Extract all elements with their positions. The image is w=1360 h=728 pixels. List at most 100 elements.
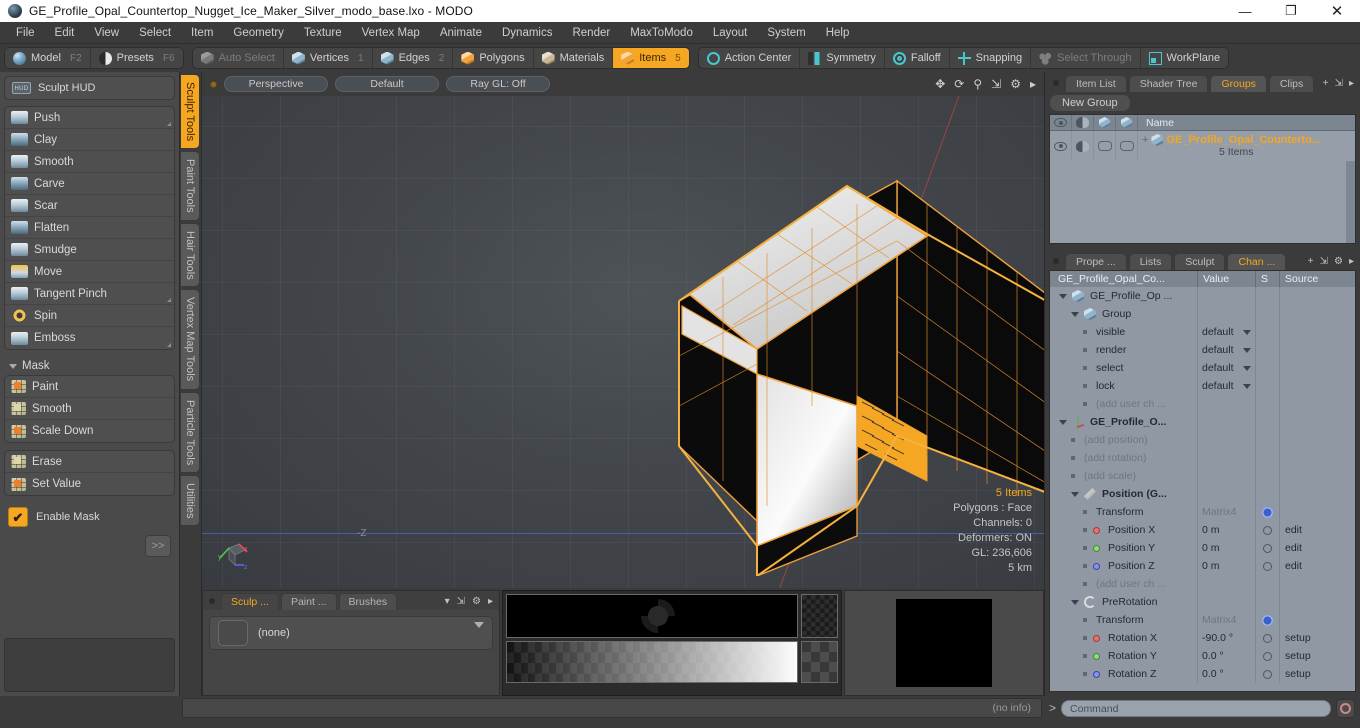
channel-row[interactable]: Transform Matrix4 xyxy=(1050,611,1355,629)
channel-state-cell[interactable] xyxy=(1256,395,1280,413)
quad-preview[interactable] xyxy=(896,599,992,687)
menu-item-render[interactable]: Render xyxy=(562,22,620,44)
channel-value-cell[interactable]: default xyxy=(1198,377,1256,395)
rotate-icon[interactable]: ⟳ xyxy=(954,77,964,91)
tool-tangent-pinch[interactable]: Tangent Pinch xyxy=(5,283,174,305)
channel-state-cell[interactable] xyxy=(1256,593,1280,611)
chevron-down-icon[interactable]: ▾ xyxy=(445,596,450,607)
channel-value-cell[interactable]: Matrix4 xyxy=(1198,503,1256,521)
command-input[interactable]: Command xyxy=(1061,699,1331,717)
channel-toggle-icon[interactable] xyxy=(1263,525,1272,535)
zoom-icon[interactable]: ⚲ xyxy=(973,77,982,91)
chevron-right-icon[interactable]: ▸ xyxy=(1349,78,1354,89)
expand-icon[interactable]: ⇲ xyxy=(1320,256,1328,267)
mask-section-header[interactable]: Mask xyxy=(4,357,175,375)
channel-state-cell[interactable] xyxy=(1256,449,1280,467)
table-row[interactable]: + GE_Profile_Opal_Counterto... 5 Items xyxy=(1050,131,1355,161)
toolbar-button-auto-select[interactable]: Auto Select xyxy=(193,48,284,68)
gear-icon[interactable]: ⚙ xyxy=(472,596,481,607)
tool-spin[interactable]: Spin xyxy=(5,305,174,327)
chevron-right-icon[interactable]: ▸ xyxy=(488,596,493,607)
tool-set-value[interactable]: Set Value xyxy=(5,473,174,495)
viewport-raygl-button[interactable]: Ray GL: Off xyxy=(446,76,550,92)
channel-state-cell[interactable] xyxy=(1256,377,1280,395)
menu-item-maxtomodo[interactable]: MaxToModo xyxy=(620,22,703,44)
expand-icon[interactable]: + xyxy=(1142,134,1148,146)
channel-state-cell[interactable] xyxy=(1256,431,1280,449)
channel-row[interactable]: Position (G... xyxy=(1050,485,1355,503)
panel-tab-clips[interactable]: Clips xyxy=(1268,75,1315,92)
enable-mask-row[interactable]: ✔ Enable Mask xyxy=(4,503,175,531)
3d-viewport[interactable]: -Z y x z 5 Items Polygons: Face Channel… xyxy=(202,96,1044,588)
channel-row[interactable]: Transform Matrix4 xyxy=(1050,503,1355,521)
tool-clay[interactable]: Clay xyxy=(5,129,174,151)
channel-value-cell[interactable] xyxy=(1198,431,1256,449)
chevron-down-icon[interactable] xyxy=(1243,347,1251,353)
popover-corner-icon[interactable] xyxy=(167,343,171,347)
tool-tab-paint-tools[interactable]: Paint Tools xyxy=(181,151,200,221)
channel-state-cell[interactable] xyxy=(1256,575,1280,593)
menu-item-dynamics[interactable]: Dynamics xyxy=(492,22,562,44)
channel-value-cell[interactable]: 0.0 ° xyxy=(1198,647,1256,665)
toolbar-button-presets[interactable]: Presets F6 xyxy=(91,48,183,68)
brush-slot[interactable]: (none) xyxy=(209,616,493,650)
channel-row[interactable]: Rotation Z 0.0 ° setup xyxy=(1050,665,1355,683)
panel-menu-dot[interactable] xyxy=(209,598,215,604)
tool-erase[interactable]: Erase xyxy=(5,451,174,473)
channel-value-cell[interactable] xyxy=(1198,449,1256,467)
toolbar-button-falloff[interactable]: Falloff xyxy=(885,48,950,68)
channel-row[interactable]: (add scale) xyxy=(1050,467,1355,485)
panel-tab-groups[interactable]: Groups xyxy=(1210,75,1267,92)
plus-icon[interactable]: + xyxy=(1323,78,1329,89)
tool-paint[interactable]: Paint xyxy=(5,376,174,398)
enable-mask-checkbox[interactable]: ✔ xyxy=(8,507,28,527)
brush-falloff-ramp[interactable] xyxy=(506,641,798,683)
chevron-down-icon[interactable] xyxy=(1059,293,1067,299)
row-select-toggle[interactable] xyxy=(1094,131,1116,161)
menu-item-texture[interactable]: Texture xyxy=(294,22,352,44)
tool-scar[interactable]: Scar xyxy=(5,195,174,217)
menu-item-geometry[interactable]: Geometry xyxy=(223,22,294,44)
brush-shape-preview[interactable] xyxy=(506,594,798,638)
channel-value-cell[interactable]: Matrix4 xyxy=(1198,611,1256,629)
channel-state-cell[interactable] xyxy=(1256,305,1280,323)
channel-row[interactable]: Position Z 0 m edit xyxy=(1050,557,1355,575)
tool-tab-hair-tools[interactable]: Hair Tools xyxy=(181,222,200,288)
tool-flatten[interactable]: Flatten xyxy=(5,217,174,239)
popover-corner-icon[interactable] xyxy=(167,122,171,126)
channel-value-cell[interactable]: -90.0 ° xyxy=(1198,629,1256,647)
channel-row[interactable]: Position X 0 m edit xyxy=(1050,521,1355,539)
channel-state-cell[interactable] xyxy=(1256,557,1280,575)
menu-item-file[interactable]: File xyxy=(6,22,45,44)
toolbar-button-edges[interactable]: Edges 2 xyxy=(373,48,454,68)
bottom-tab-0[interactable]: Sculp ... xyxy=(221,593,279,610)
expand-icon[interactable]: ⇲ xyxy=(457,596,465,607)
tool-tab-particle-tools[interactable]: Particle Tools xyxy=(181,391,200,473)
channel-state-cell[interactable] xyxy=(1256,287,1280,305)
row-name-cell[interactable]: + GE_Profile_Opal_Counterto... 5 Items xyxy=(1138,134,1355,158)
menu-item-layout[interactable]: Layout xyxy=(703,22,758,44)
tool-emboss[interactable]: Emboss xyxy=(5,327,174,349)
channel-toggle-icon[interactable] xyxy=(1263,561,1272,571)
channel-value-cell[interactable]: 0 m xyxy=(1198,539,1256,557)
channel-value-cell[interactable]: 0 m xyxy=(1198,557,1256,575)
bottom-tab-1[interactable]: Paint ... xyxy=(280,593,337,610)
menu-item-vertex-map[interactable]: Vertex Map xyxy=(352,22,430,44)
channel-row[interactable]: (add rotation) xyxy=(1050,449,1355,467)
tool-push[interactable]: Push xyxy=(5,107,174,129)
channel-row[interactable]: visible default xyxy=(1050,323,1355,341)
bottom-tab-2[interactable]: Brushes xyxy=(338,593,398,610)
new-group-button[interactable]: New Group xyxy=(1049,94,1131,112)
viewport-menu-dot[interactable] xyxy=(210,80,217,88)
panel-tab-shader-tree[interactable]: Shader Tree xyxy=(1128,75,1209,92)
toolbar-button-materials[interactable]: Materials xyxy=(534,48,614,68)
panel-tab-item-list[interactable]: Item List xyxy=(1065,75,1127,92)
chevron-down-icon[interactable] xyxy=(1243,365,1251,371)
menu-item-select[interactable]: Select xyxy=(129,22,181,44)
viewport-style-button[interactable]: Default xyxy=(335,76,439,92)
chevron-down-icon[interactable] xyxy=(1071,599,1079,605)
gear-icon[interactable] xyxy=(1262,506,1273,518)
toolbar-button-vertices[interactable]: Vertices 1 xyxy=(284,48,373,68)
channel-row[interactable]: PreRotation xyxy=(1050,593,1355,611)
toolbar-button-items[interactable]: Items 5 xyxy=(613,48,689,68)
